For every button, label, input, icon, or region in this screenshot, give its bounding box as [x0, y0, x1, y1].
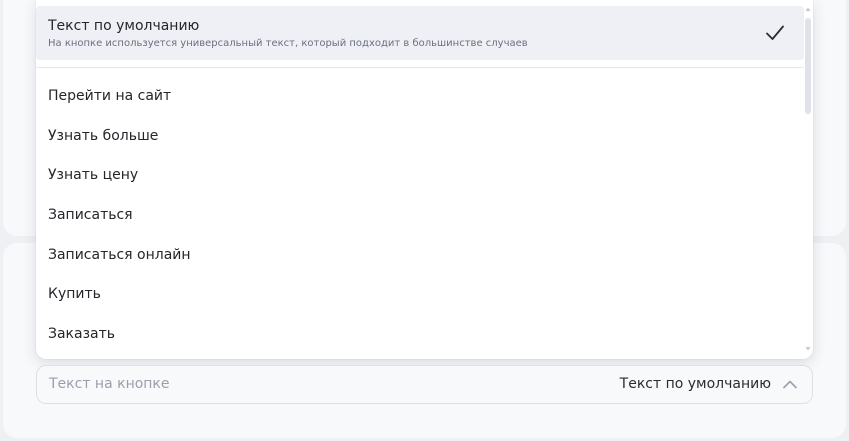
- check-icon: [766, 25, 784, 40]
- options-list: Перейти на сайт Узнать больше Узнать цен…: [36, 76, 804, 354]
- option-default-description: На кнопке используется универсальный тек…: [48, 38, 528, 49]
- option-item[interactable]: Перейти на сайт: [36, 76, 804, 116]
- option-item[interactable]: Записаться: [36, 195, 804, 235]
- option-default-title: Текст по умолчанию: [48, 18, 200, 34]
- option-item[interactable]: Записаться онлайн: [36, 235, 804, 275]
- options-divider: [36, 67, 804, 68]
- select-label: Текст на кнопке: [49, 376, 170, 392]
- chevron-up-icon[interactable]: [782, 377, 798, 391]
- page: Текст по умолчанию На кнопке используетс…: [0, 0, 849, 441]
- scrollbar[interactable]: [805, 6, 811, 352]
- option-item[interactable]: Узнать цену: [36, 155, 804, 195]
- option-item[interactable]: Узнать больше: [36, 116, 804, 156]
- button-text-dropdown: Текст по умолчанию На кнопке используетс…: [36, 0, 813, 359]
- option-item[interactable]: Купить: [36, 274, 804, 314]
- scrollbar-thumb[interactable]: [805, 18, 811, 114]
- option-default-text[interactable]: Текст по умолчанию На кнопке используетс…: [36, 6, 804, 60]
- option-item[interactable]: Заказать: [36, 314, 804, 354]
- scroll-down-arrow-icon[interactable]: [805, 346, 811, 352]
- scroll-up-arrow-icon[interactable]: [805, 6, 811, 12]
- select-value: Текст по умолчанию: [619, 376, 771, 392]
- button-text-select[interactable]: Текст на кнопке Текст по умолчанию: [36, 365, 813, 404]
